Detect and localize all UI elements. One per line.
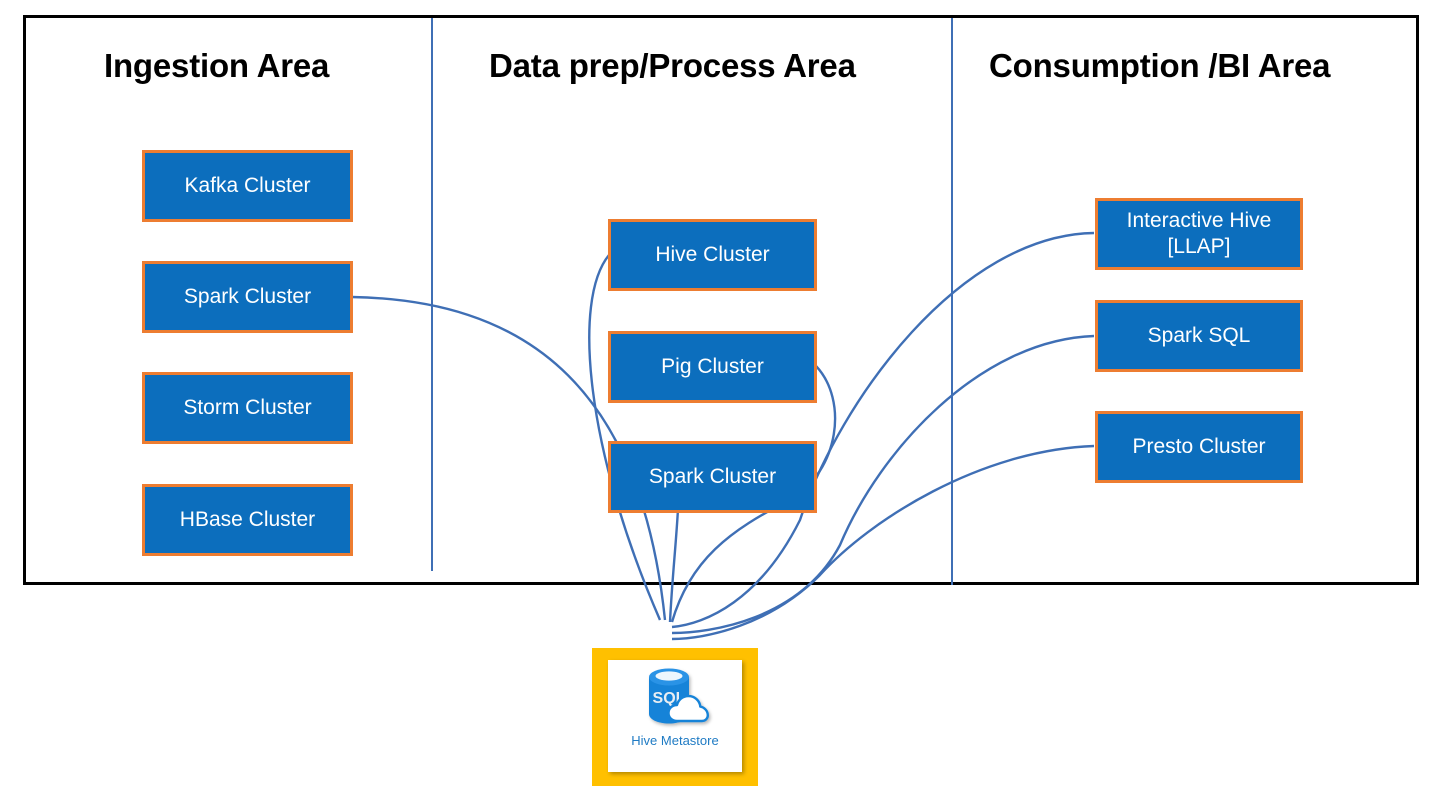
zone-divider-2 <box>951 18 953 585</box>
node-presto-cluster[interactable]: Presto Cluster <box>1095 411 1303 483</box>
node-hbase-cluster[interactable]: HBase Cluster <box>142 484 353 556</box>
diagram-canvas: Ingestion Area Data prep/Process Area Co… <box>0 0 1440 802</box>
node-label: Kafka Cluster <box>184 173 311 197</box>
node-label: Storm Cluster <box>183 395 312 419</box>
node-label-line1: Interactive Hive <box>1126 208 1272 232</box>
node-label: Spark Cluster <box>648 464 777 488</box>
node-kafka-cluster[interactable]: Kafka Cluster <box>142 150 353 222</box>
node-pig-cluster[interactable]: Pig Cluster <box>608 331 817 403</box>
node-label: Presto Cluster <box>1132 434 1266 458</box>
node-label: Hive Cluster <box>655 242 770 266</box>
node-storm-cluster[interactable]: Storm Cluster <box>142 372 353 444</box>
node-label: Pig Cluster <box>661 354 764 378</box>
node-label: HBase Cluster <box>179 507 316 531</box>
node-interactive-hive-llap[interactable]: Interactive Hive [LLAP] <box>1095 198 1303 270</box>
zone-title-consumption: Consumption /BI Area <box>989 47 1331 84</box>
hive-metastore-inner: SQL Hive Metastore <box>608 660 742 772</box>
hive-metastore-card[interactable]: SQL Hive Metastore <box>592 648 758 786</box>
node-spark-sql[interactable]: Spark SQL <box>1095 300 1303 372</box>
node-label: Spark SQL <box>1147 323 1251 347</box>
node-label-line2: [LLAP] <box>1167 235 1231 258</box>
hive-metastore-label: Hive Metastore <box>631 733 719 748</box>
node-spark-cluster-ingestion[interactable]: Spark Cluster <box>142 261 353 333</box>
node-spark-cluster-dataprep[interactable]: Spark Cluster <box>608 441 817 513</box>
node-hive-cluster[interactable]: Hive Cluster <box>608 219 817 291</box>
zone-title-dataprep: Data prep/Process Area <box>489 47 856 84</box>
node-label: Spark Cluster <box>183 284 312 308</box>
sql-database-cloud-icon: SQL <box>649 668 709 724</box>
zone-title-ingestion: Ingestion Area <box>104 47 330 84</box>
zone-divider-1 <box>431 18 433 571</box>
